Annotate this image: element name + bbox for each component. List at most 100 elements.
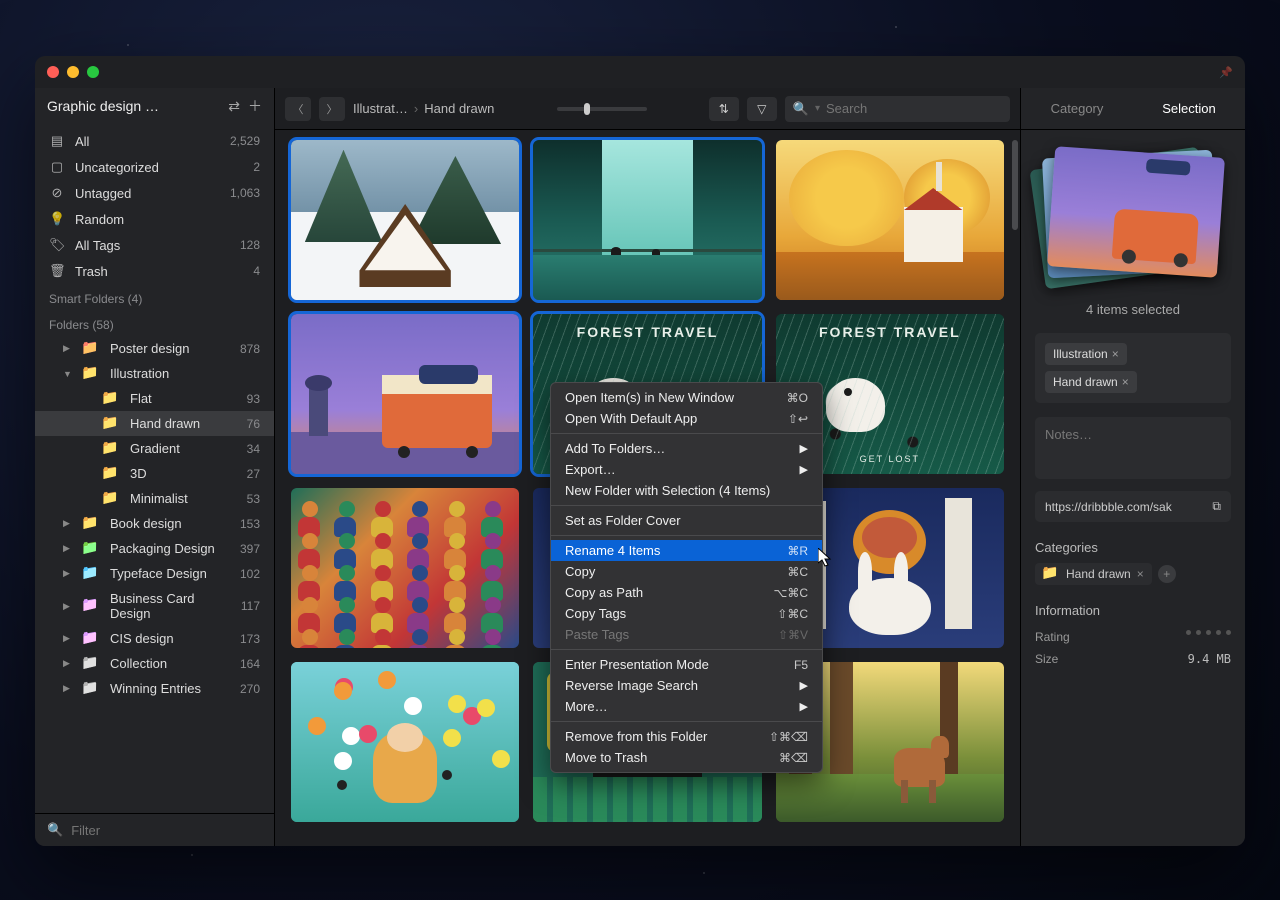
disclosure-triangle-icon[interactable]: ▶ bbox=[63, 543, 73, 554]
menu-item-set-as-folder-cover[interactable]: Set as Folder Cover bbox=[551, 510, 822, 531]
notes-placeholder: Notes… bbox=[1045, 427, 1092, 442]
tag-chip[interactable]: Illustration× bbox=[1045, 343, 1127, 365]
menu-item-export[interactable]: Export…▶ bbox=[551, 459, 822, 480]
tag-chip[interactable]: Hand drawn× bbox=[1045, 371, 1137, 393]
rating-dots[interactable] bbox=[1186, 630, 1231, 644]
folders-heading[interactable]: Folders (58) bbox=[35, 310, 274, 336]
inbox-icon: ▢ bbox=[49, 159, 65, 175]
folder-business-card-design[interactable]: ▶Business Card Design117 bbox=[35, 586, 274, 626]
thumbnail[interactable] bbox=[291, 662, 519, 822]
sidebar-item-count: 1,063 bbox=[230, 186, 260, 200]
disclosure-triangle-icon[interactable]: ▶ bbox=[63, 633, 73, 644]
disclosure-triangle-icon[interactable]: ▼ bbox=[63, 369, 73, 379]
folder-minimalist[interactable]: Minimalist53 bbox=[35, 486, 274, 511]
sidebar-item-untagged[interactable]: ⊘Untagged1,063 bbox=[35, 180, 274, 206]
smart-folders-heading[interactable]: Smart Folders (4) bbox=[35, 284, 274, 310]
thumbnail[interactable] bbox=[533, 140, 761, 300]
open-link-icon[interactable]: ⧉ bbox=[1212, 499, 1221, 514]
folder-typeface-design[interactable]: ▶Typeface Design102 bbox=[35, 561, 274, 586]
folder-winning-entries[interactable]: ▶Winning Entries270 bbox=[35, 676, 274, 701]
url-field[interactable]: https://dribbble.com/sak ⧉ bbox=[1035, 491, 1231, 522]
search-field[interactable]: 🔍 ▾ bbox=[785, 96, 1010, 122]
folder-label: Poster design bbox=[110, 341, 230, 356]
folder-flat[interactable]: Flat93 bbox=[35, 386, 274, 411]
remove-tag-icon[interactable]: × bbox=[1112, 347, 1119, 361]
context-menu[interactable]: Open Item(s) in New Window⌘OOpen With De… bbox=[550, 382, 823, 773]
size-row: Size 9.4 MB bbox=[1035, 648, 1231, 670]
folder-book-design[interactable]: ▶Book design153 bbox=[35, 511, 274, 536]
thumbnail[interactable] bbox=[291, 140, 519, 300]
sidebar-filter-input[interactable] bbox=[71, 823, 262, 838]
minimize-window-button[interactable] bbox=[67, 66, 79, 78]
disclosure-triangle-icon[interactable]: ▶ bbox=[63, 658, 73, 669]
folder-icon bbox=[103, 493, 118, 505]
add-icon[interactable]: ＋ bbox=[248, 96, 262, 116]
menu-item-more[interactable]: More…▶ bbox=[551, 696, 822, 717]
rating-row[interactable]: Rating bbox=[1035, 626, 1231, 648]
folder-label: Hand drawn bbox=[130, 416, 237, 431]
menu-item-new-folder-with-selection-4-items[interactable]: New Folder with Selection (4 Items) bbox=[551, 480, 822, 501]
menu-shortcut: ⌘R bbox=[787, 544, 808, 558]
sidebar-item-uncategorized[interactable]: ▢Uncategorized2 bbox=[35, 154, 274, 180]
search-input[interactable] bbox=[826, 101, 1002, 116]
menu-item-add-to-folders[interactable]: Add To Folders…▶ bbox=[551, 438, 822, 459]
folder-packaging-design[interactable]: ▶Packaging Design397 bbox=[35, 536, 274, 561]
category-chip[interactable]: Hand drawn × bbox=[1035, 563, 1152, 585]
breadcrumb-segment[interactable]: Illustrat… bbox=[353, 101, 408, 116]
sidebar-item-count: 128 bbox=[240, 238, 260, 252]
menu-item-remove-from-this-folder[interactable]: Remove from this Folder⇧⌘⌫ bbox=[551, 726, 822, 747]
folder-hand-drawn[interactable]: Hand drawn76 bbox=[35, 411, 274, 436]
tab-selection[interactable]: Selection bbox=[1133, 88, 1245, 129]
notes-field[interactable]: Notes… bbox=[1035, 417, 1231, 479]
sidebar-item-all-tags[interactable]: 🏷All Tags128 bbox=[35, 232, 274, 258]
thumbnail[interactable] bbox=[291, 488, 519, 648]
disclosure-triangle-icon[interactable]: ▶ bbox=[63, 601, 73, 612]
menu-item-copy[interactable]: Copy⌘C bbox=[551, 561, 822, 582]
folder-3d[interactable]: 3D27 bbox=[35, 461, 274, 486]
folder-label: Business Card Design bbox=[110, 591, 231, 621]
folder-gradient[interactable]: Gradient34 bbox=[35, 436, 274, 461]
nav-forward-button[interactable]: 〉 bbox=[319, 97, 345, 121]
disclosure-triangle-icon[interactable]: ▶ bbox=[63, 568, 73, 579]
filter-button[interactable]: ▽ bbox=[747, 97, 777, 121]
menu-item-move-to-trash[interactable]: Move to Trash⌘⌫ bbox=[551, 747, 822, 768]
menu-item-reverse-image-search[interactable]: Reverse Image Search▶ bbox=[551, 675, 822, 696]
remove-tag-icon[interactable]: × bbox=[1122, 375, 1129, 389]
sort-button[interactable]: ⇅ bbox=[709, 97, 739, 121]
tags-field[interactable]: Illustration× Hand drawn× bbox=[1035, 333, 1231, 403]
breadcrumb-segment[interactable]: Hand drawn bbox=[424, 101, 494, 116]
sidebar-item-random[interactable]: 💡Random bbox=[35, 206, 274, 232]
remove-category-icon[interactable]: × bbox=[1137, 567, 1144, 581]
menu-item-copy-tags[interactable]: Copy Tags⇧⌘C bbox=[551, 603, 822, 624]
folder-poster-design[interactable]: ▶Poster design878 bbox=[35, 336, 274, 361]
pin-icon[interactable]: 📌 bbox=[1219, 66, 1233, 79]
breadcrumb[interactable]: Illustrat… › Hand drawn bbox=[353, 101, 494, 116]
tab-category[interactable]: Category bbox=[1021, 88, 1133, 129]
add-category-button[interactable]: + bbox=[1158, 565, 1176, 583]
menu-item-enter-presentation-mode[interactable]: Enter Presentation ModeF5 bbox=[551, 654, 822, 675]
thumbnail[interactable] bbox=[776, 140, 1004, 300]
sidebar-item-trash[interactable]: 🗑Trash4 bbox=[35, 258, 274, 284]
disclosure-triangle-icon[interactable]: ▶ bbox=[63, 518, 73, 529]
scrollbar[interactable] bbox=[1012, 140, 1018, 230]
library-name[interactable]: Graphic design … bbox=[47, 98, 220, 114]
folder-illustration[interactable]: ▼Illustration bbox=[35, 361, 274, 386]
folder-cis-design[interactable]: ▶CIS design173 bbox=[35, 626, 274, 651]
close-window-button[interactable] bbox=[47, 66, 59, 78]
sidebar-filter[interactable]: 🔍 bbox=[35, 813, 274, 846]
disclosure-triangle-icon[interactable]: ▶ bbox=[63, 343, 73, 354]
menu-item-open-with-default-app[interactable]: Open With Default App⇧↩ bbox=[551, 408, 822, 429]
zoom-window-button[interactable] bbox=[87, 66, 99, 78]
zoom-slider[interactable] bbox=[557, 107, 647, 111]
thumbnail[interactable] bbox=[291, 314, 519, 474]
switch-library-icon[interactable]: ⇄ bbox=[228, 98, 240, 115]
folder-collection[interactable]: ▶Collection164 bbox=[35, 651, 274, 676]
disclosure-triangle-icon[interactable]: ▶ bbox=[63, 683, 73, 694]
menu-item-rename-4-items[interactable]: Rename 4 Items ⌘R bbox=[551, 540, 822, 561]
folder-count: 164 bbox=[240, 657, 260, 671]
menu-item-label: Rename 4 Items bbox=[565, 543, 779, 558]
sidebar-item-all[interactable]: ▤All2,529 bbox=[35, 128, 274, 154]
menu-item-copy-as-path[interactable]: Copy as Path⌥⌘C bbox=[551, 582, 822, 603]
menu-item-open-item-s-in-new-window[interactable]: Open Item(s) in New Window⌘O bbox=[551, 387, 822, 408]
nav-back-button[interactable]: 〈 bbox=[285, 97, 311, 121]
